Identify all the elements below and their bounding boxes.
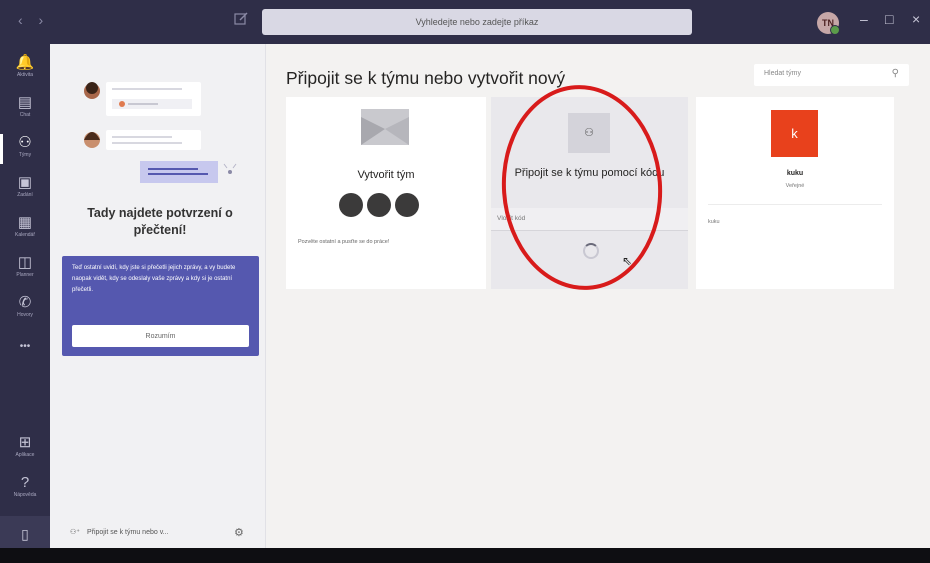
rail-item-calendar[interactable]: ▦ Kalendář bbox=[0, 210, 50, 250]
rail-item-label: Aktivita bbox=[16, 72, 34, 78]
teams-icon: ⚇ bbox=[18, 134, 32, 151]
team-search-input[interactable]: Hledat týmy ⚲ bbox=[754, 64, 909, 86]
team-members-icon bbox=[339, 193, 423, 222]
page-title: Připojit se k týmu nebo vytvořit nový bbox=[286, 68, 566, 88]
search-icon: ⚲ bbox=[891, 68, 899, 79]
rail-item-label: Planner bbox=[16, 272, 34, 278]
rail-item-more[interactable]: ••• bbox=[0, 334, 50, 374]
chat-icon: ▤ bbox=[17, 94, 33, 111]
join-or-create-link[interactable]: ⚇⁺ Připojit se k týmu nebo v... bbox=[70, 528, 169, 536]
rail-item-label: Zadání bbox=[17, 192, 33, 198]
team-avatar: k bbox=[771, 110, 818, 157]
create-team-card[interactable]: Vytvořit tým Pozvěte ostatní a pusťte se… bbox=[286, 97, 486, 289]
mobile-device-button[interactable]: ▯ bbox=[0, 516, 50, 552]
read-receipts-title: Tady najdete potvrzení o přečtení! bbox=[87, 206, 233, 237]
got-it-button[interactable]: Rozumím bbox=[72, 325, 249, 347]
rail-item-chat[interactable]: ▤ Chat bbox=[0, 90, 50, 130]
rail-item-label: Kalendář bbox=[14, 232, 35, 238]
teams-left-panel: Tady najdete potvrzení o přečtení! Teď o… bbox=[50, 44, 266, 548]
rail-item-label: Hovory bbox=[17, 312, 33, 318]
rail-item-label: Nápověda bbox=[13, 492, 37, 498]
rail-item-help[interactable]: ? Nápověda bbox=[0, 470, 50, 510]
title-bar: ‹ › Vyhledejte nebo zadejte příkaz TN – … bbox=[0, 0, 930, 44]
help-icon: ? bbox=[20, 474, 30, 491]
join-or-create-label: Připojit se k týmu nebo v... bbox=[86, 529, 169, 536]
taskbar bbox=[0, 548, 930, 563]
create-team-image bbox=[361, 109, 409, 145]
team-card-kuku[interactable]: k kuku Veřejné kuku bbox=[696, 97, 894, 289]
apps-icon: ⊞ bbox=[18, 434, 32, 451]
rail-item-teams[interactable]: ⚇ Týmy bbox=[0, 130, 50, 170]
presence-status-icon bbox=[830, 25, 840, 35]
rail-item-activity[interactable]: 🔔 Aktivita bbox=[0, 50, 50, 90]
rail-item-label: Chat bbox=[19, 112, 31, 118]
bell-icon: 🔔 bbox=[15, 54, 35, 71]
team-privacy: Veřejné bbox=[785, 183, 805, 189]
assignments-icon: ▣ bbox=[17, 174, 33, 191]
compose-icon[interactable] bbox=[233, 11, 249, 27]
calendar-icon: ▦ bbox=[17, 214, 33, 231]
create-team-title: Vytvořit tým bbox=[357, 169, 415, 181]
team-description: kuku bbox=[708, 219, 720, 225]
command-search-input[interactable]: Vyhledejte nebo zadejte příkaz bbox=[262, 9, 692, 35]
phone-icon: ✆ bbox=[18, 294, 32, 311]
divider bbox=[708, 204, 882, 205]
rail-item-calls[interactable]: ✆ Hovory bbox=[0, 290, 50, 330]
history-nav[interactable]: ‹ › bbox=[18, 12, 49, 28]
rail-item-label: Aplikace bbox=[15, 452, 35, 458]
device-icon: ▯ bbox=[21, 526, 29, 542]
add-team-icon: ⚇⁺ bbox=[70, 529, 80, 536]
read-receipts-callout: Teď ostatní uvidí, kdy jste si přečetli … bbox=[62, 256, 259, 356]
gear-icon[interactable]: ⚙ bbox=[234, 526, 244, 539]
rail-item-label: Týmy bbox=[18, 152, 32, 158]
close-button[interactable]: × bbox=[912, 11, 920, 27]
maximize-button[interactable]: □ bbox=[885, 11, 893, 27]
rail-item-apps[interactable]: ⊞ Aplikace bbox=[0, 430, 50, 470]
callout-text: Teď ostatní uvidí, kdy jste si přečetli … bbox=[72, 265, 236, 293]
create-team-description: Pozvěte ostatní a pusťte se do práce! bbox=[298, 239, 390, 245]
more-icon: ••• bbox=[19, 341, 31, 352]
team-search-placeholder: Hledat týmy bbox=[764, 70, 801, 77]
app-rail: 🔔 Aktivita ▤ Chat ⚇ Týmy ▣ Zadání ▦ Kale… bbox=[0, 44, 50, 552]
rail-item-planner[interactable]: ◫ Planner bbox=[0, 250, 50, 290]
rail-item-assignments[interactable]: ▣ Zadání bbox=[0, 170, 50, 210]
planner-icon: ◫ bbox=[17, 254, 33, 271]
minimize-button[interactable]: – bbox=[860, 11, 868, 27]
user-avatar[interactable]: TN bbox=[817, 12, 840, 35]
read-receipts-illustration bbox=[84, 82, 237, 183]
team-name: kuku bbox=[786, 170, 804, 177]
